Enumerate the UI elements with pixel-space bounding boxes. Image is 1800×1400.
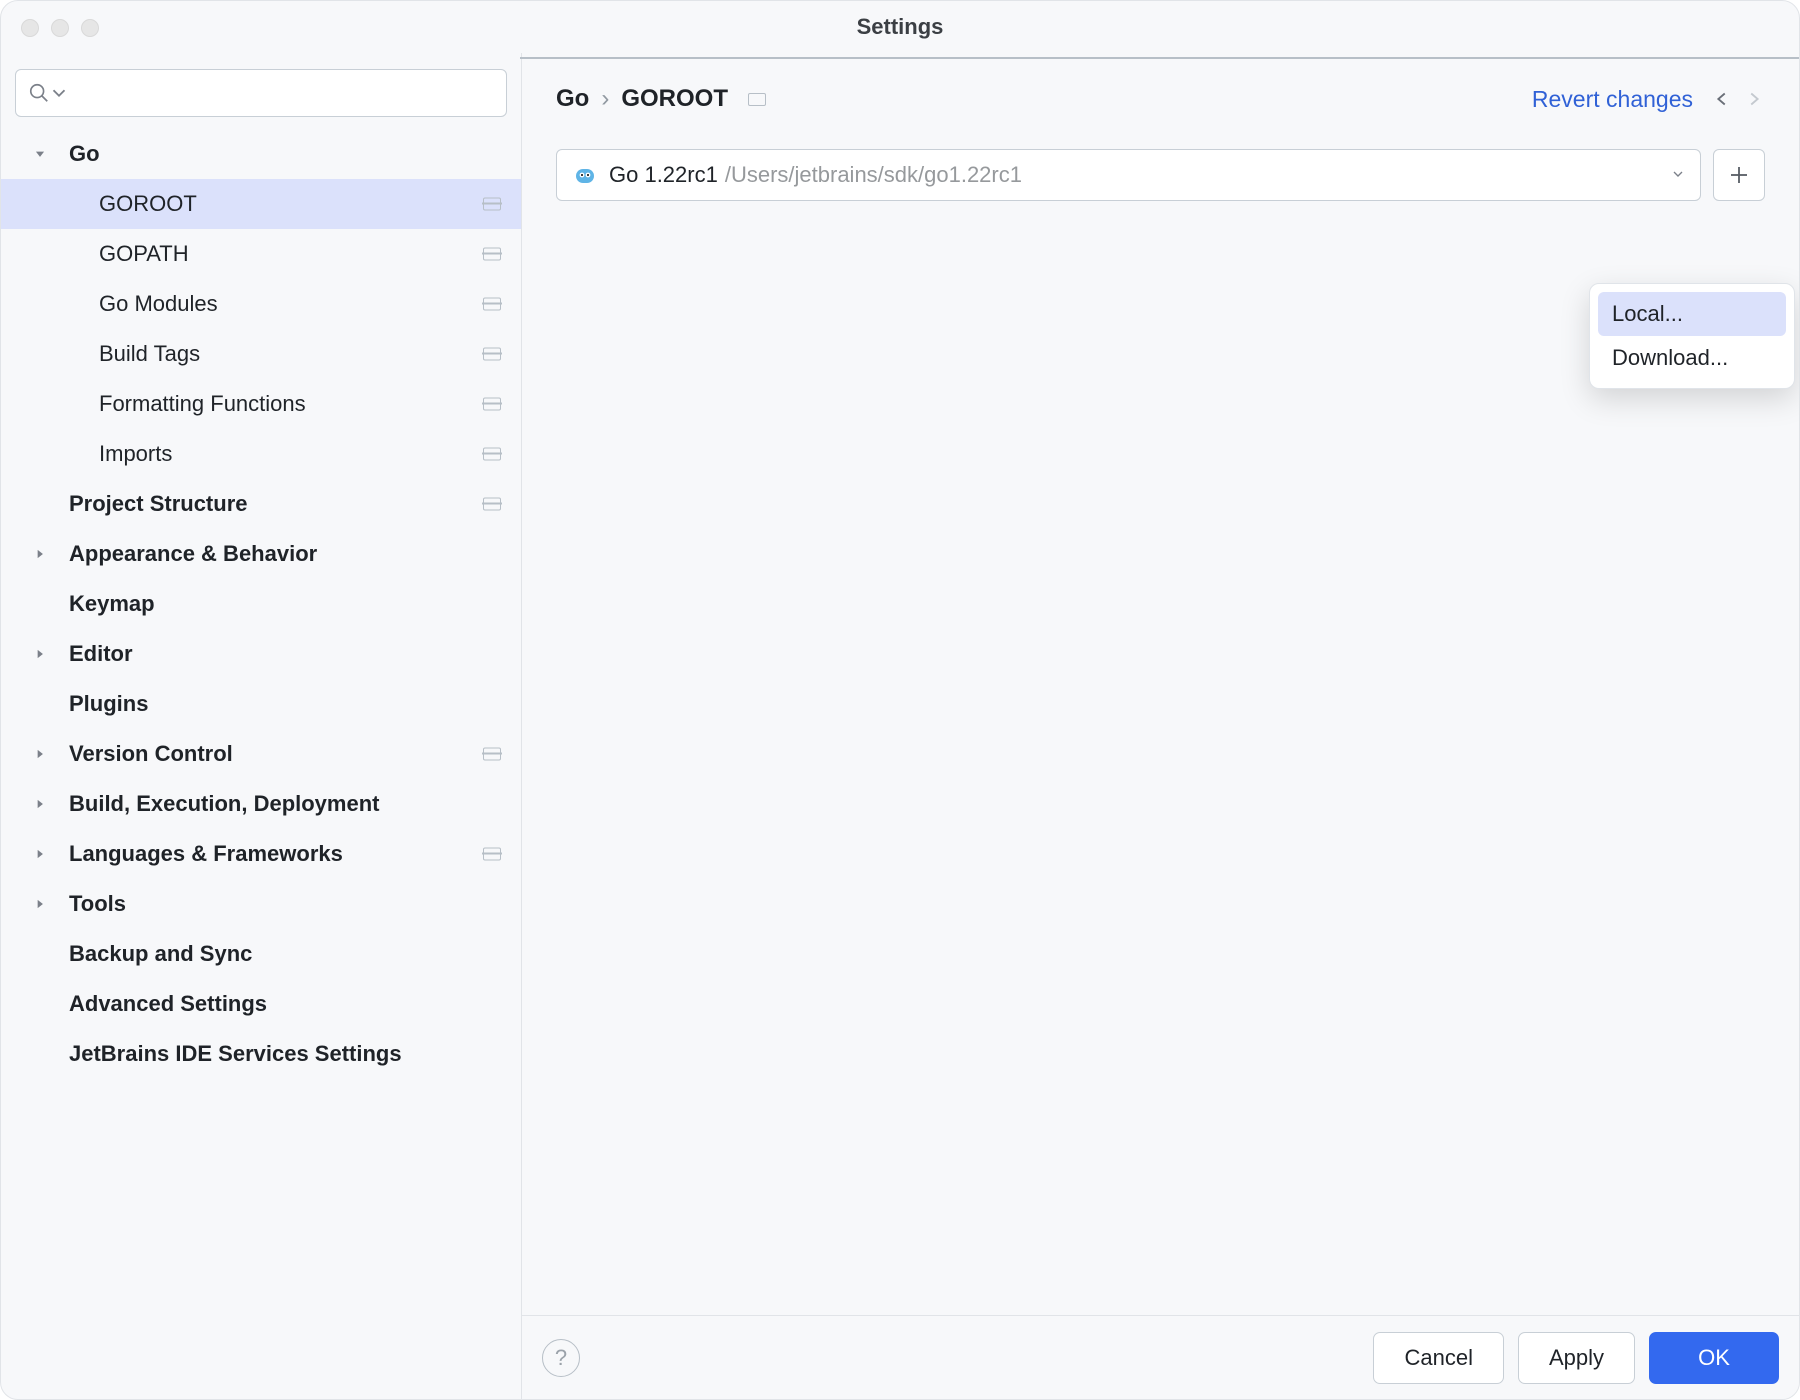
sidebar-item-label: Version Control [69, 741, 233, 767]
chevron-right-icon[interactable] [29, 897, 51, 911]
go-sdk-icon [573, 163, 597, 187]
goroot-sdk-path: /Users/jetbrains/sdk/go1.22rc1 [725, 162, 1022, 188]
project-scope-icon [483, 198, 501, 211]
ok-button[interactable]: OK [1649, 1332, 1779, 1384]
sidebar-item-label: Build Tags [99, 341, 200, 367]
popup-local-option[interactable]: Local... [1598, 292, 1786, 336]
sidebar-item-label: GOROOT [99, 191, 197, 217]
search-input[interactable] [15, 69, 507, 117]
sidebar-item-label: Tools [69, 891, 126, 917]
sidebar-item[interactable]: Keymap [1, 579, 521, 629]
chevron-right-icon[interactable] [29, 847, 51, 861]
back-icon[interactable] [1711, 88, 1733, 110]
sidebar-item-label: Appearance & Behavior [69, 541, 317, 567]
sidebar-item-label: Formatting Functions [99, 391, 306, 417]
chevron-right-icon[interactable] [29, 797, 51, 811]
goroot-sdk-name: Go 1.22rc1 [609, 162, 718, 188]
project-scope-icon [483, 348, 501, 361]
plus-icon [1727, 163, 1751, 187]
sidebar-item[interactable]: Appearance & Behavior [1, 529, 521, 579]
chevron-right-icon[interactable] [29, 647, 51, 661]
settings-window: Settings Go GOROOT GOPATH Go Modules Build T… [0, 0, 1800, 1400]
help-button[interactable]: ? [542, 1339, 580, 1377]
settings-sidebar: Go GOROOT GOPATH Go Modules Build Tags Format… [1, 53, 522, 1399]
sidebar-item-label: Languages & Frameworks [69, 841, 343, 867]
sidebar-item[interactable]: Backup and Sync [1, 929, 521, 979]
sidebar-item-label: GOPATH [99, 241, 189, 267]
sidebar-item-label: Go [69, 141, 100, 167]
content-panel: Go › GOROOT Revert changes [522, 53, 1799, 1399]
sidebar-item[interactable]: Formatting Functions [1, 379, 521, 429]
sidebar-item-label: Advanced Settings [69, 991, 267, 1017]
sidebar-item[interactable]: Imports [1, 429, 521, 479]
breadcrumb-separator: › [601, 85, 609, 113]
sidebar-item[interactable]: Go Modules [1, 279, 521, 329]
breadcrumb-goroot: GOROOT [621, 85, 728, 113]
sidebar-item[interactable]: Build Tags [1, 329, 521, 379]
cancel-button[interactable]: Cancel [1373, 1332, 1503, 1384]
sidebar-item-label: Keymap [69, 591, 155, 617]
sidebar-item[interactable]: Advanced Settings [1, 979, 521, 1029]
sidebar-item[interactable]: JetBrains IDE Services Settings [1, 1029, 521, 1079]
forward-icon [1743, 88, 1765, 110]
sidebar-item[interactable]: Plugins [1, 679, 521, 729]
sidebar-item-label: Project Structure [69, 491, 248, 517]
dialog-footer: ? Cancel Apply OK [522, 1315, 1799, 1399]
search-dropdown-icon[interactable] [48, 82, 70, 104]
project-scope-icon [483, 248, 501, 261]
add-sdk-button[interactable] [1713, 149, 1765, 201]
sidebar-item[interactable]: Languages & Frameworks [1, 829, 521, 879]
breadcrumb-go[interactable]: Go [556, 85, 589, 113]
chevron-down-icon[interactable] [29, 147, 51, 161]
project-scope-icon [483, 398, 501, 411]
project-scope-icon [483, 298, 501, 311]
project-scope-icon [748, 93, 766, 106]
window-title: Settings [1, 14, 1799, 40]
search-icon [28, 82, 50, 104]
project-scope-icon [483, 448, 501, 461]
sidebar-item[interactable]: Editor [1, 629, 521, 679]
titlebar: Settings [1, 1, 1799, 53]
sidebar-item-label: Editor [69, 641, 133, 667]
sidebar-item-label: Build, Execution, Deployment [69, 791, 379, 817]
project-scope-icon [483, 748, 501, 761]
sidebar-item[interactable]: Tools [1, 879, 521, 929]
project-scope-icon [483, 848, 501, 861]
goroot-sdk-select[interactable]: Go 1.22rc1 /Users/jetbrains/sdk/go1.22rc… [556, 149, 1701, 201]
breadcrumb: Go › GOROOT [556, 85, 766, 113]
apply-button[interactable]: Apply [1518, 1332, 1635, 1384]
sidebar-item-label: Imports [99, 441, 172, 467]
sidebar-item-label: Go Modules [99, 291, 218, 317]
project-scope-icon [483, 498, 501, 511]
sidebar-item-label: Plugins [69, 691, 148, 717]
chevron-right-icon[interactable] [29, 547, 51, 561]
sidebar-item[interactable]: Go [1, 129, 521, 179]
sidebar-item-label: JetBrains IDE Services Settings [69, 1041, 402, 1067]
sidebar-item[interactable]: GOROOT [1, 179, 521, 229]
sidebar-item[interactable]: GOPATH [1, 229, 521, 279]
sidebar-item[interactable]: Build, Execution, Deployment [1, 779, 521, 829]
chevron-down-icon [1670, 162, 1686, 188]
add-sdk-popup: Local... Download... [1589, 283, 1795, 389]
sidebar-item[interactable]: Project Structure [1, 479, 521, 529]
sidebar-item[interactable]: Version Control [1, 729, 521, 779]
chevron-right-icon[interactable] [29, 747, 51, 761]
sidebar-item-label: Backup and Sync [69, 941, 252, 967]
settings-tree: Go GOROOT GOPATH Go Modules Build Tags Format… [1, 129, 521, 1399]
revert-changes-link[interactable]: Revert changes [1532, 86, 1693, 113]
popup-download-option[interactable]: Download... [1598, 336, 1786, 380]
